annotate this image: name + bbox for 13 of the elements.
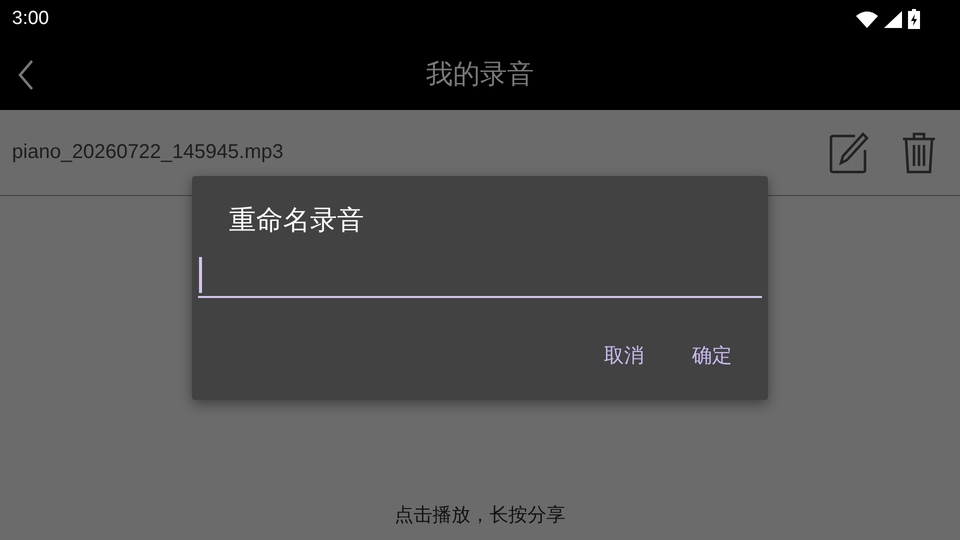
status-time: 3:00 xyxy=(12,8,49,30)
usage-hint: 点击播放，长按分享 xyxy=(394,503,566,528)
input-field[interactable] xyxy=(198,254,762,298)
signal-icon xyxy=(884,10,902,28)
wifi-icon xyxy=(856,10,878,28)
text-cursor xyxy=(199,257,202,293)
file-name: piano_20260722_145945.mp3 xyxy=(12,141,284,164)
dialog-button[interactable]: 取消 xyxy=(592,336,656,375)
dialog-title: 重命名录音 xyxy=(229,204,365,238)
edit-icon[interactable] xyxy=(828,130,870,174)
dialog-button[interactable]: 确定 xyxy=(680,336,744,375)
battery-icon xyxy=(908,9,920,29)
page-title: 我的录音 xyxy=(426,58,534,92)
